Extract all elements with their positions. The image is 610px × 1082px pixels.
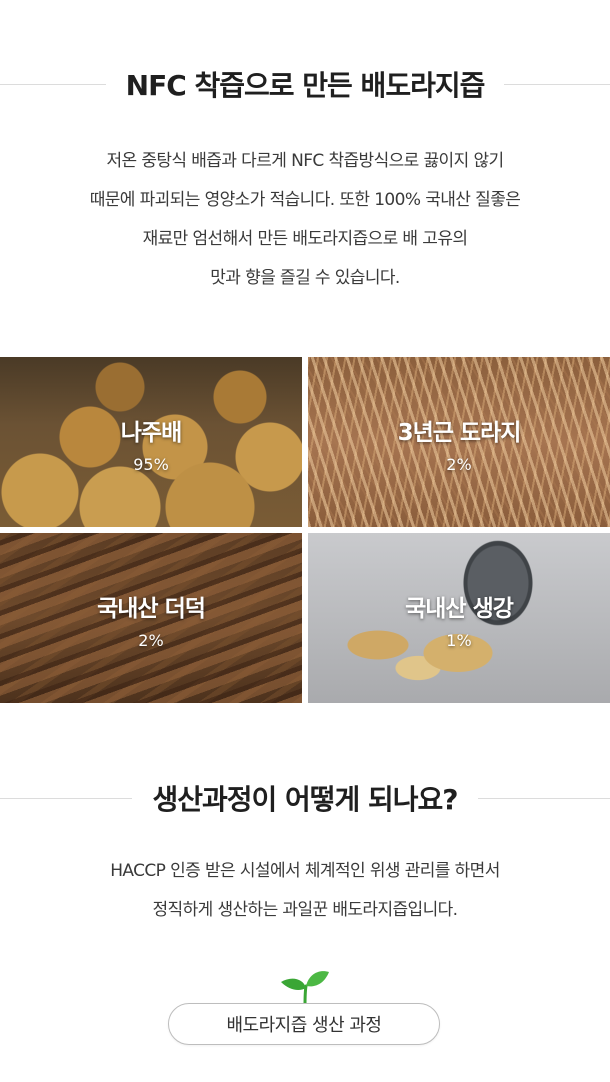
ingredient-caption: 국내산 더덕 2% bbox=[0, 589, 302, 650]
ingredient-tile-deodeok: 국내산 더덕 2% bbox=[0, 533, 302, 703]
divider-left bbox=[0, 83, 106, 85]
description-line: 재료만 엄선해서 만든 배도라지즙으로 배 고유의 bbox=[142, 229, 468, 249]
section-title-nfc: NFC 착즙으로 만든 배도라지즙 bbox=[0, 64, 610, 104]
ingredient-caption: 나주배 95% bbox=[0, 413, 302, 474]
ingredient-name: 3년근 도라지 bbox=[397, 420, 522, 446]
section-title-process: 생산과정이 어떻게 되나요? bbox=[0, 778, 610, 818]
ingredient-percent: 2% bbox=[446, 455, 472, 474]
ingredient-tile-ginger: 국내산 생강 1% bbox=[308, 533, 610, 703]
ingredient-caption: 국내산 생강 1% bbox=[308, 589, 610, 650]
ingredient-caption: 3년근 도라지 2% bbox=[308, 413, 610, 474]
production-process-button[interactable]: 배도라지즙 생산 과정 bbox=[168, 1003, 440, 1045]
production-process-label: 배도라지즙 생산 과정 bbox=[226, 1015, 382, 1036]
ingredient-name: 국내산 생강 bbox=[405, 596, 514, 622]
ingredient-percent: 95% bbox=[133, 455, 169, 474]
page-title: NFC 착즙으로 만든 배도라지즙 bbox=[125, 69, 486, 102]
ingredient-percent: 1% bbox=[446, 631, 472, 650]
description-line: HACCP 인증 받은 시설에서 체계적인 위생 관리를 하면서 bbox=[110, 861, 500, 881]
section-heading: 생산과정이 어떻게 되나요? bbox=[152, 783, 458, 816]
sprout-icon bbox=[277, 968, 333, 1008]
nfc-description: 저온 중탕식 배즙과 다르게 NFC 착즙방식으로 끓이지 않기 때문에 파괴되… bbox=[0, 142, 610, 298]
ingredient-percent: 2% bbox=[138, 631, 164, 650]
divider-right bbox=[477, 797, 610, 799]
divider-right bbox=[504, 83, 610, 85]
ingredient-tile-doraji: 3년근 도라지 2% bbox=[308, 357, 610, 527]
description-line: 정직하게 생산하는 과일꾼 배도라지즙입니다. bbox=[152, 900, 459, 920]
description-line: 때문에 파괴되는 영양소가 적습니다. 또한 100% 국내산 질좋은 bbox=[89, 190, 521, 210]
ingredient-name: 나주배 bbox=[120, 420, 182, 446]
process-description: HACCP 인증 받은 시설에서 체계적인 위생 관리를 하면서 정직하게 생산… bbox=[0, 852, 610, 930]
ingredient-tile-pear: 나주배 95% bbox=[0, 357, 302, 527]
description-line: 저온 중탕식 배즙과 다르게 NFC 착즙방식으로 끓이지 않기 bbox=[106, 151, 504, 171]
description-line: 맛과 향을 즐길 수 있습니다. bbox=[210, 268, 400, 288]
ingredient-name: 국내산 더덕 bbox=[97, 596, 206, 622]
divider-left bbox=[0, 797, 133, 799]
